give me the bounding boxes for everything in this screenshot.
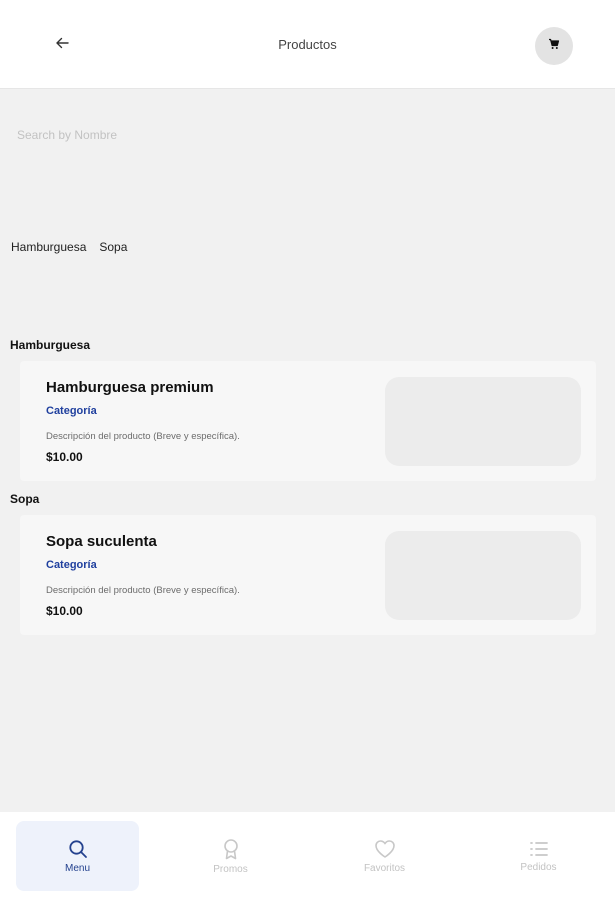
award-icon [221, 838, 241, 860]
nav-label: Promos [213, 863, 248, 875]
nav-item-favoritos[interactable]: Favoritos [323, 821, 446, 891]
search-icon [68, 839, 88, 859]
product-name: Sopa suculenta [46, 533, 157, 550]
product-category: Categoría [46, 559, 97, 571]
product-description: Descripción del producto (Breve y especí… [46, 431, 240, 442]
category-chips: Hamburguesa Sopa [11, 240, 127, 254]
product-price: $10.00 [46, 450, 83, 464]
cart-button[interactable] [535, 27, 573, 65]
nav-label: Favoritos [363, 862, 406, 874]
product-card-hamburguesa-premium[interactable]: Hamburguesa premium Categoría Descripció… [20, 361, 596, 481]
heart-icon [374, 839, 396, 859]
app: Productos Hamburguesa Sopa Hamburguesa H… [0, 0, 615, 900]
cart-icon [548, 37, 560, 55]
product-category: Categoría [46, 405, 97, 417]
nav-item-pedidos[interactable]: Pedidos [477, 821, 600, 891]
top-bar: Productos [0, 0, 615, 89]
page-title: Productos [278, 37, 337, 52]
product-name: Hamburguesa premium [46, 379, 214, 396]
product-image-placeholder [385, 377, 581, 466]
section-title-hamburguesa: Hamburguesa [10, 338, 91, 352]
product-price: $10.00 [46, 604, 83, 618]
chip-sopa[interactable]: Sopa [99, 240, 127, 254]
bottom-navigation: Menu Promos Favoritos Pedidos [0, 812, 615, 900]
nav-item-promos[interactable]: Promos [169, 821, 292, 891]
chip-hamburguesa[interactable]: Hamburguesa [11, 240, 86, 254]
nav-label: Menu [64, 862, 90, 874]
product-description: Descripción del producto (Breve y especí… [46, 585, 240, 596]
product-card-sopa-suculenta[interactable]: Sopa suculenta Categoría Descripción del… [20, 515, 596, 635]
nav-label: Pedidos [520, 861, 557, 873]
nav-item-menu[interactable]: Menu [16, 821, 139, 891]
section-title-sopa: Sopa [10, 492, 40, 506]
list-icon [529, 840, 549, 858]
product-image-placeholder [385, 531, 581, 620]
search-input[interactable] [10, 120, 605, 150]
